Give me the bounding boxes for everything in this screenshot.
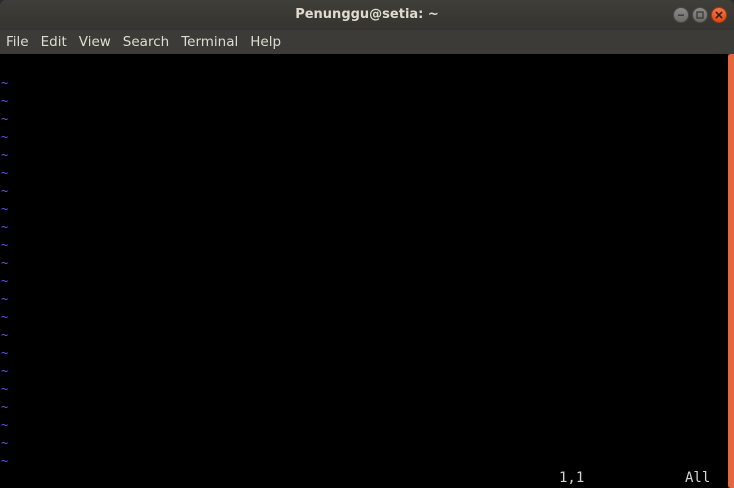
close-icon (715, 11, 723, 19)
empty-line-tilde: ~ (1, 94, 9, 108)
empty-line-tilde: ~ (1, 436, 9, 450)
empty-line-tilde: ~ (1, 76, 9, 90)
empty-line-tilde: ~ (1, 418, 9, 432)
empty-line-tilde: ~ (1, 166, 9, 180)
vim-status-line: 1,1 All (0, 469, 728, 487)
scroll-position: All (685, 470, 711, 486)
empty-line-tilde: ~ (1, 148, 9, 162)
menu-terminal[interactable]: Terminal (175, 30, 244, 54)
empty-line-tilde: ~ (1, 364, 9, 378)
empty-line-markers: ~ ~ ~ ~ ~ ~ ~ ~ ~ ~ ~ ~ ~ ~ ~ ~ ~ ~ ~ ~ ~ ~ (1, 74, 8, 470)
window-controls (673, 7, 727, 23)
empty-line-tilde: ~ (1, 454, 9, 468)
scrollbar[interactable] (728, 54, 734, 488)
menu-file[interactable]: File (0, 30, 35, 54)
empty-line-tilde: ~ (1, 184, 9, 198)
terminal-area[interactable]: ~ ~ ~ ~ ~ ~ ~ ~ ~ ~ ~ ~ ~ ~ ~ ~ ~ ~ ~ ~ ~ ~ 1,1 All (0, 54, 728, 488)
menu-edit[interactable]: Edit (35, 30, 73, 54)
maximize-button[interactable] (692, 7, 708, 23)
cursor-position: 1,1 (559, 470, 585, 486)
empty-line-tilde: ~ (1, 346, 9, 360)
menu-help[interactable]: Help (244, 30, 287, 54)
scrollbar-thumb[interactable] (728, 54, 734, 488)
empty-line-tilde: ~ (1, 112, 9, 126)
title-bar[interactable]: Penunggu@setia: ~ (0, 0, 734, 30)
empty-line-tilde: ~ (1, 382, 9, 396)
empty-line-tilde: ~ (1, 256, 9, 270)
empty-line-tilde: ~ (1, 274, 9, 288)
menu-bar: File Edit View Search Terminal Help (0, 30, 734, 54)
empty-line-tilde: ~ (1, 292, 9, 306)
minimize-icon (678, 14, 684, 16)
menu-search[interactable]: Search (117, 30, 175, 54)
empty-line-tilde: ~ (1, 220, 9, 234)
empty-line-tilde: ~ (1, 238, 9, 252)
close-button[interactable] (711, 7, 727, 23)
empty-line-tilde: ~ (1, 310, 9, 324)
empty-line-tilde: ~ (1, 328, 9, 342)
empty-line-tilde: ~ (1, 400, 9, 414)
minimize-button[interactable] (673, 7, 689, 23)
maximize-icon (696, 11, 704, 19)
empty-line-tilde: ~ (1, 202, 9, 216)
terminal-window: Penunggu@setia: ~ File Edit View Search … (0, 0, 734, 488)
window-title: Penunggu@setia: ~ (295, 7, 439, 22)
menu-view[interactable]: View (73, 30, 117, 54)
empty-line-tilde: ~ (1, 130, 9, 144)
